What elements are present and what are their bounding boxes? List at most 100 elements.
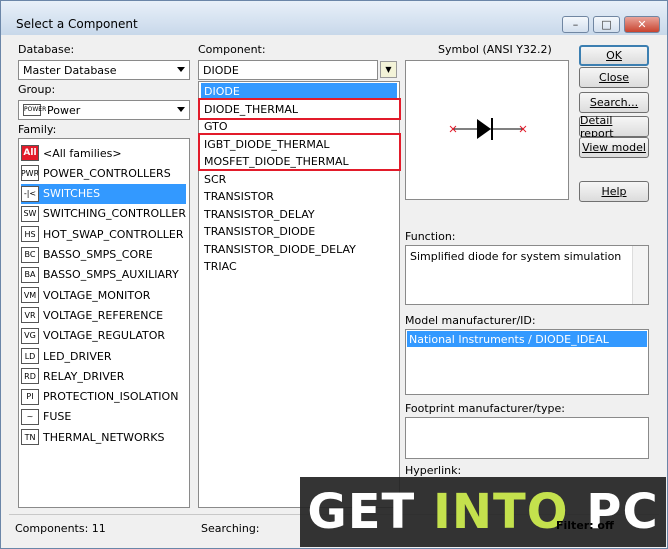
family-item-label: <All families>	[43, 146, 122, 160]
filter-status: Filter: off	[556, 519, 614, 532]
family-item-label: RELAY_DRIVER	[43, 369, 125, 383]
close-button[interactable]: Close	[579, 67, 649, 88]
family-item[interactable]: -|< SWITCHES	[21, 183, 186, 204]
family-item[interactable]: LD LED_DRIVER	[21, 346, 186, 366]
family-item-label: VOLTAGE_REGULATOR	[43, 329, 166, 343]
group-label: Group:	[18, 83, 56, 96]
searching-status: Searching:	[201, 521, 260, 535]
component-search-input[interactable]: DIODE	[198, 60, 378, 80]
family-icon: RD	[21, 368, 39, 385]
family-item-label: HOT_SWAP_CONTROLLER	[43, 227, 184, 241]
family-item[interactable]: VM VOLTAGE_MONITOR	[21, 285, 186, 305]
family-item[interactable]: VG VOLTAGE_REGULATOR	[21, 326, 186, 346]
help-button-label: Help	[601, 185, 627, 198]
family-item-label: LED_DRIVER	[43, 349, 112, 363]
function-text: Simplified diode for system simulation	[405, 245, 649, 305]
family-item[interactable]: PWR POWER_CONTROLLERS	[21, 163, 186, 183]
filter-icon[interactable]: ▼	[380, 61, 397, 78]
database-label: Database:	[18, 43, 75, 56]
family-list[interactable]: All <All families> PWR POWER_CONTROLLERS -|<…	[18, 138, 190, 508]
family-item-label: BASSO_SMPS_AUXILIARY	[43, 268, 179, 282]
scrollbar[interactable]	[632, 246, 648, 304]
family-item-label: VOLTAGE_MONITOR	[43, 288, 151, 302]
highlight-box-igbt-mosfet	[198, 133, 401, 171]
family-item[interactable]: VR VOLTAGE_REFERENCE	[21, 305, 186, 325]
family-item-label: BASSO_SMPS_CORE	[43, 248, 153, 261]
ok-button-label: OK	[606, 49, 622, 62]
group-dropdown[interactable]: POWER Power	[18, 100, 190, 120]
component-item[interactable]: TRANSISTOR_DIODE	[201, 223, 397, 240]
family-item[interactable]: BA BASSO_SMPS_AUXILIARY	[21, 265, 186, 285]
family-item-label: VOLTAGE_REFERENCE	[43, 308, 164, 322]
footprint-label: Footprint manufacturer/type:	[405, 402, 565, 415]
watermark-text-get: GET	[307, 484, 433, 540]
ok-button[interactable]: OK	[579, 45, 649, 66]
help-button[interactable]: Help	[579, 181, 649, 202]
function-label: Function:	[405, 230, 456, 243]
family-icon: VR	[21, 307, 39, 324]
component-value: DIODE	[203, 63, 239, 77]
component-label: Component:	[198, 43, 266, 56]
component-item[interactable]: TRANSISTOR_DIODE_DELAY	[201, 241, 397, 258]
search-button-label: Search...	[589, 96, 639, 109]
family-item-label: SWITCHES	[43, 187, 101, 201]
family-item-label: THERMAL_NETWORKS	[43, 430, 165, 444]
family-icon: -|<	[21, 185, 39, 202]
symbol-label: Symbol (ANSI Y32.2)	[438, 43, 552, 56]
close-window-button[interactable]: ✕	[624, 16, 660, 33]
family-icon: LD	[21, 348, 39, 364]
component-item[interactable]: TRANSISTOR_DELAY	[201, 206, 397, 223]
family-item[interactable]: ~ FUSE	[21, 407, 186, 427]
family-item-label: SWITCHING_CONTROLLER	[42, 207, 186, 221]
detail-report-button-label: Detail report	[580, 113, 614, 140]
model-label: Model manufacturer/ID:	[405, 314, 536, 327]
family-icon: All	[21, 145, 39, 161]
footprint-list[interactable]	[405, 417, 649, 459]
family-item[interactable]: PI PROTECTION_ISOLATION	[21, 387, 186, 407]
diode-symbol-icon	[449, 118, 527, 140]
watermark-text-into: INTO	[432, 484, 569, 540]
family-icon: VM	[21, 287, 39, 304]
family-item[interactable]: RD RELAY_DRIVER	[21, 366, 186, 386]
family-item[interactable]: TN THERMAL_NETWORKS	[21, 427, 186, 447]
family-icon: VG	[21, 327, 39, 344]
component-item[interactable]: SCR	[201, 171, 397, 188]
family-item-label: POWER_CONTROLLERS	[43, 166, 171, 180]
view-model-button[interactable]: View model	[579, 137, 649, 158]
family-icon: TN	[21, 429, 39, 446]
maximize-button[interactable]: □	[593, 16, 620, 33]
family-item-label: FUSE	[43, 410, 72, 424]
family-icon: BC	[21, 246, 39, 263]
watermark-logo: GET INTO PC	[300, 477, 666, 547]
family-item-label: PROTECTION_ISOLATION	[43, 390, 179, 404]
family-item[interactable]: BC BASSO_SMPS_CORE	[21, 245, 186, 265]
minimize-button[interactable]: –	[562, 16, 589, 33]
select-component-dialog: Select a Component – □ ✕ Database: Maste…	[0, 0, 668, 549]
family-item[interactable]: HS HOT_SWAP_CONTROLLER	[21, 224, 186, 244]
title-bar: Select a Component – □ ✕	[1, 1, 667, 35]
chevron-down-icon	[177, 107, 185, 112]
family-item[interactable]: All <All families>	[21, 143, 186, 163]
function-value: Simplified diode for system simulation	[410, 250, 622, 263]
family-item[interactable]: SW SWITCHING_CONTROLLER	[21, 204, 186, 224]
chevron-down-icon	[177, 67, 185, 72]
family-label: Family:	[18, 123, 57, 136]
search-button[interactable]: Search...	[579, 92, 649, 113]
database-value: Master Database	[23, 63, 117, 77]
list-item[interactable]: National Instruments / DIODE_IDEAL	[407, 331, 647, 347]
component-item[interactable]: TRANSISTOR	[201, 188, 397, 205]
window-title: Select a Component	[16, 17, 138, 31]
database-dropdown[interactable]: Master Database	[18, 60, 190, 80]
family-icon: SW	[21, 205, 39, 222]
component-item[interactable]: TRIAC	[201, 258, 397, 275]
close-button-label: Close	[599, 71, 629, 84]
family-icon: BA	[21, 266, 39, 283]
view-model-button-label: View model	[582, 141, 646, 154]
symbol-preview	[405, 60, 569, 200]
detail-report-button[interactable]: Detail report	[579, 113, 649, 140]
components-count: Components: 11	[15, 521, 106, 535]
family-icon: PWR	[21, 165, 39, 182]
family-icon: HS	[21, 226, 39, 243]
model-list[interactable]: National Instruments / DIODE_IDEAL	[405, 329, 649, 395]
hyperlink-label: Hyperlink:	[405, 464, 462, 477]
